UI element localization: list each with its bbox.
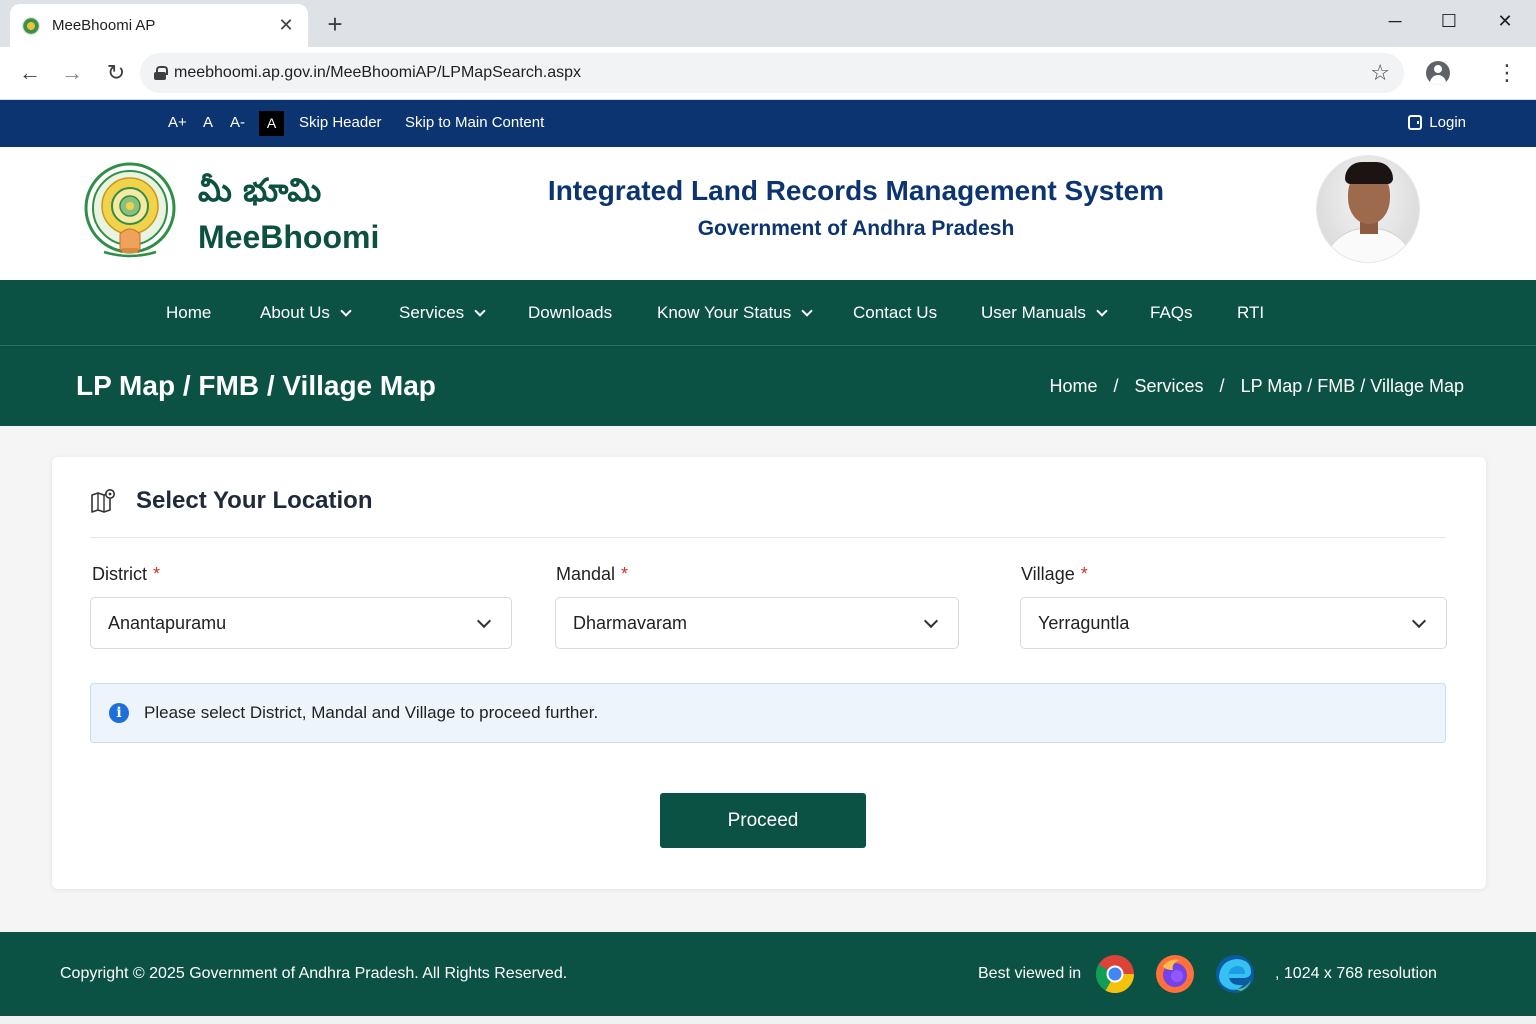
card-title: Select Your Location: [136, 487, 373, 514]
page-title-bar: LP Map / FMB / Village Map Home / Servic…: [0, 346, 1536, 426]
info-message: Please select District, Mandal and Villa…: [144, 703, 599, 722]
close-tab-icon[interactable]: ✕: [276, 15, 296, 36]
breadcrumb-separator: /: [1113, 376, 1119, 396]
info-alert: i Please select District, Mandal and Vil…: [90, 683, 1446, 743]
nav-downloads[interactable]: Downloads: [528, 303, 612, 323]
new-tab-icon[interactable]: +: [322, 10, 348, 38]
nav-user-manuals-label: User Manuals: [981, 303, 1086, 322]
district-label: District *: [92, 564, 160, 585]
chevron-down-icon: [1096, 305, 1108, 317]
profile-icon[interactable]: [1426, 61, 1450, 85]
firefox-browser-icon: [1156, 955, 1194, 993]
mandal-select[interactable]: Dharmavaram: [555, 597, 959, 649]
nav-services-label: Services: [399, 303, 465, 322]
edge-browser-icon: [1216, 955, 1254, 993]
best-viewed-text: Best viewed in: [978, 965, 1082, 982]
nav-faqs[interactable]: FAQs: [1150, 303, 1193, 323]
mandal-value: Dharmavaram: [573, 612, 688, 633]
page-title: LP Map / FMB / Village Map: [76, 370, 436, 401]
site-favicon-icon: [22, 16, 40, 35]
bookmark-star-icon[interactable]: ☆: [1370, 60, 1390, 86]
village-value: Yerraguntla: [1038, 612, 1130, 633]
district-select[interactable]: Anantapuramu: [90, 597, 512, 649]
district-value: Anantapuramu: [108, 612, 227, 633]
chevron-down-icon: [1411, 613, 1427, 629]
portrait-hair: [1345, 162, 1393, 184]
mandal-label: Mandal *: [556, 564, 628, 585]
font-decrease-button[interactable]: A-: [230, 114, 245, 131]
resolution-text: , 1024 x 768 resolution: [1275, 965, 1437, 982]
browser-tab[interactable]: MeeBhoomi AP ✕: [10, 4, 308, 47]
nav-about-us[interactable]: About Us: [260, 303, 352, 323]
chevron-down-icon: [476, 613, 492, 629]
mandal-label-text: Mandal: [556, 564, 616, 584]
village-label-text: Village: [1021, 564, 1075, 584]
nav-home[interactable]: Home: [166, 303, 211, 323]
skip-header-link[interactable]: Skip Header: [299, 114, 382, 131]
card-divider: [90, 537, 1446, 538]
chief-minister-portrait: [1316, 155, 1420, 263]
site-subtitle: Government of Andhra Pradesh: [697, 217, 1015, 240]
high-contrast-button[interactable]: A: [259, 111, 284, 136]
map-location-icon: [91, 489, 115, 513]
close-window-icon[interactable]: ✕: [1490, 8, 1520, 34]
nav-user-manuals[interactable]: User Manuals: [981, 303, 1108, 323]
tab-title: MeeBhoomi AP: [52, 17, 156, 34]
breadcrumb-services[interactable]: Services: [1135, 376, 1204, 397]
browser-toolbar: ← → ↻ meebhoomi.ap.gov.in/MeeBhoomiAP/LP…: [0, 47, 1536, 100]
nav-downloads-label: Downloads: [528, 303, 613, 322]
site-footer: Copyright © 2025 Government of Andhra Pr…: [0, 932, 1536, 1016]
village-select[interactable]: Yerraguntla: [1020, 597, 1447, 649]
chrome-browser-icon: [1095, 955, 1134, 994]
url-text[interactable]: meebhoomi.ap.gov.in/MeeBhoomiAP/LPMapSea…: [174, 64, 1370, 82]
nav-about-us-label: About Us: [260, 303, 330, 322]
nav-know-your-status[interactable]: Know Your Status: [657, 303, 813, 323]
breadcrumb: Home / Services / LP Map / FMB / Village…: [1049, 376, 1464, 397]
main-navigation: Home About Us Services Downloads Know Yo…: [0, 280, 1536, 346]
nav-contact-us[interactable]: Contact Us: [853, 303, 937, 323]
chevron-down-icon: [923, 613, 939, 629]
address-bar[interactable]: meebhoomi.ap.gov.in/MeeBhoomiAP/LPMapSea…: [140, 53, 1404, 93]
accessibility-bar: A+ A A- A Skip Header Skip to Main Conte…: [0, 100, 1536, 147]
font-increase-button[interactable]: A+: [168, 114, 187, 131]
nav-know-your-status-label: Know Your Status: [657, 303, 792, 322]
breadcrumb-separator: /: [1219, 376, 1225, 396]
site-title: Integrated Land Records Management Syste…: [547, 175, 1165, 206]
font-normal-button[interactable]: A: [203, 114, 213, 131]
login-link[interactable]: Login: [1408, 114, 1466, 131]
maximize-icon[interactable]: ☐: [1434, 8, 1464, 34]
nav-rti-label: RTI: [1237, 303, 1265, 322]
proceed-button[interactable]: Proceed: [660, 793, 866, 848]
back-icon[interactable]: ←: [16, 59, 44, 87]
reload-icon[interactable]: ↻: [102, 59, 130, 87]
chevron-down-icon: [474, 305, 486, 317]
location-card: Select Your Location District * Anantapur…: [52, 457, 1486, 889]
forward-icon[interactable]: →: [58, 59, 86, 87]
browser-menu-icon[interactable]: ⋮: [1496, 59, 1518, 87]
copyright-text: Copyright © 2025 Government of Andhra Pr…: [60, 965, 568, 982]
chevron-down-icon: [801, 305, 813, 317]
login-icon: [1408, 115, 1423, 130]
nav-faqs-label: FAQs: [1150, 303, 1193, 322]
info-icon: i: [109, 703, 129, 723]
skip-main-content-link[interactable]: Skip to Main Content: [405, 114, 544, 131]
login-label: Login: [1429, 114, 1466, 131]
chevron-down-icon: [340, 305, 352, 317]
nav-rti[interactable]: RTI: [1237, 303, 1264, 323]
minimize-icon[interactable]: ─: [1380, 8, 1410, 34]
breadcrumb-current: LP Map / FMB / Village Map: [1240, 376, 1464, 396]
window-bottom-edge: [0, 1016, 1536, 1024]
breadcrumb-home[interactable]: Home: [1049, 376, 1097, 397]
lock-icon[interactable]: [154, 66, 168, 80]
nav-services[interactable]: Services: [399, 303, 486, 323]
required-mark: *: [621, 564, 629, 584]
village-label: Village *: [1021, 564, 1088, 585]
required-mark: *: [1080, 564, 1088, 584]
district-label-text: District: [92, 564, 147, 584]
nav-home-label: Home: [166, 303, 212, 322]
browser-tab-bar: MeeBhoomi AP ✕ + ─ ☐ ✕: [0, 0, 1536, 47]
required-mark: *: [153, 564, 161, 584]
site-header: మీ భూమి MeeBhoomi Integrated Land Record…: [0, 147, 1536, 280]
nav-contact-us-label: Contact Us: [853, 303, 938, 322]
